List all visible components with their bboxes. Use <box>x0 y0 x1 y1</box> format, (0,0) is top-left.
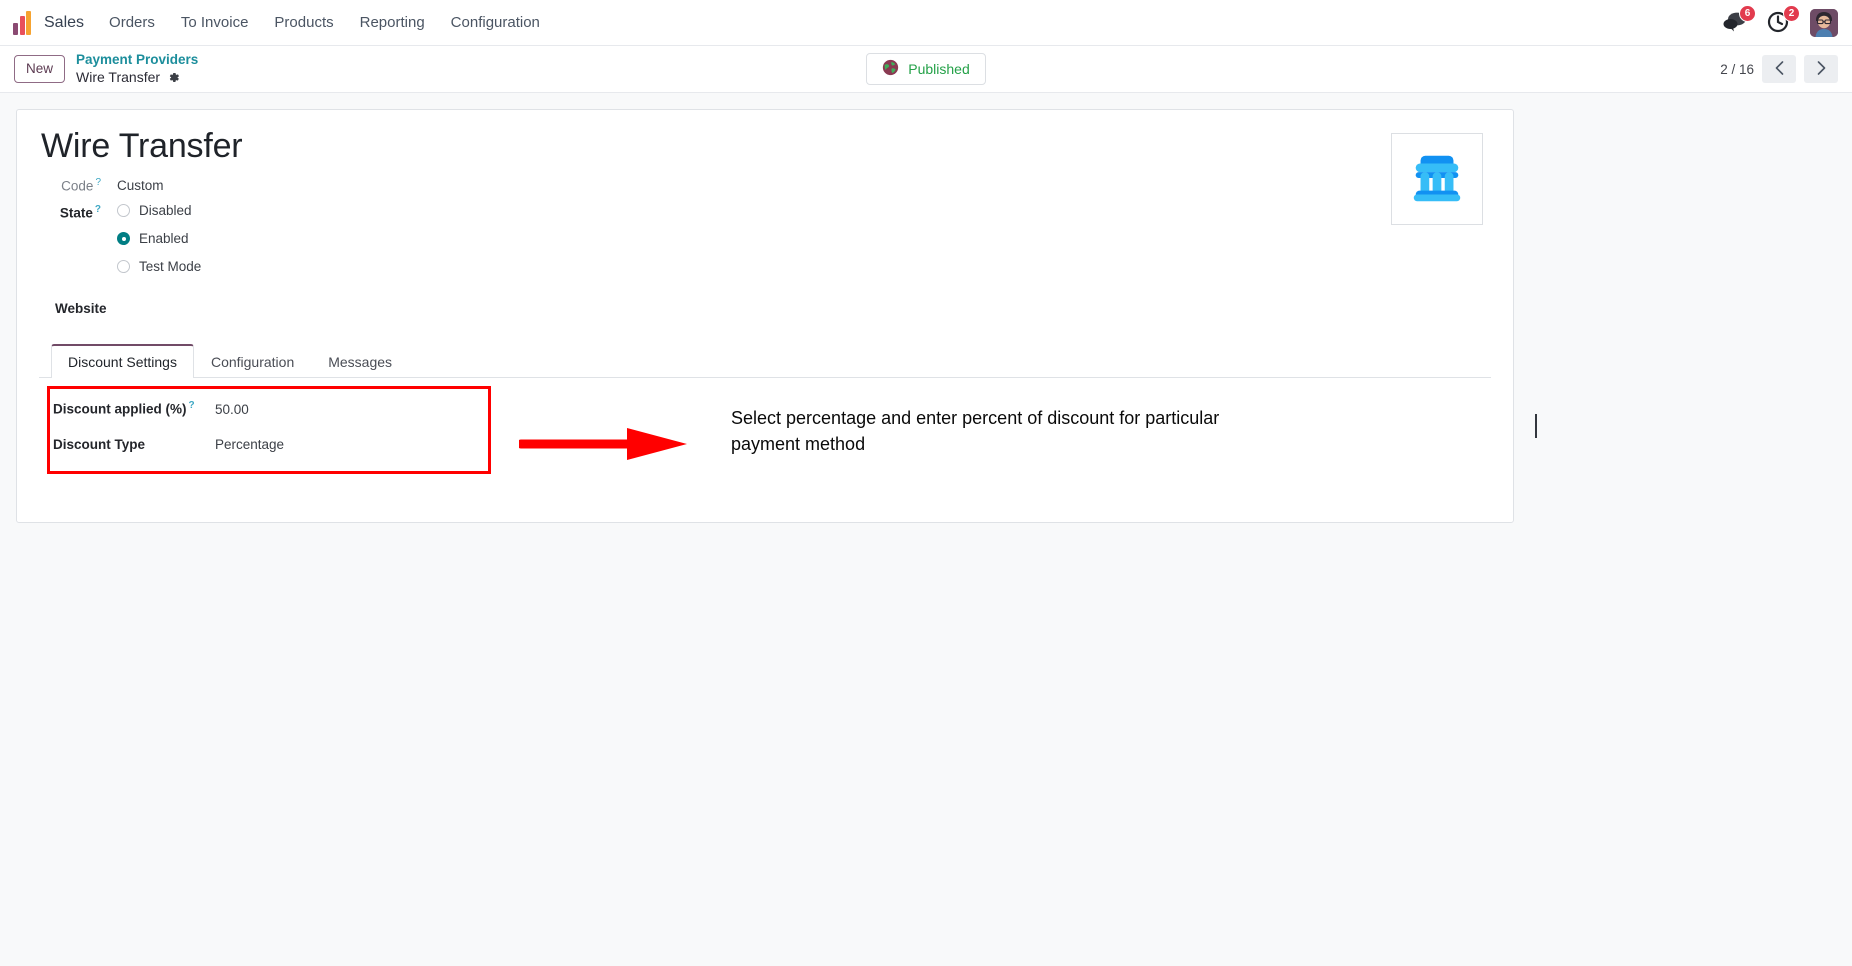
field-discount-applied-label: Discount applied (%)? <box>53 400 215 417</box>
field-state-label: State? <box>39 204 117 221</box>
nav-item-orders[interactable]: Orders <box>96 0 168 46</box>
record-form-sheet: Wire Transfer Code? Custom State? Disabl <box>16 109 1537 523</box>
radio-state-enabled-label: Enabled <box>139 231 189 247</box>
published-status-button[interactable]: Published <box>866 53 986 85</box>
nav-item-products[interactable]: Products <box>261 0 346 46</box>
nav-item-configuration[interactable]: Configuration <box>438 0 553 46</box>
top-navbar: Sales Orders To Invoice Products Reporti… <box>0 0 1852 46</box>
chevron-right-icon <box>1817 60 1826 78</box>
record-pager: 2 / 16 <box>1720 55 1838 83</box>
tab-configuration[interactable]: Configuration <box>194 344 311 378</box>
control-panel: New Payment Providers Wire Transfer Publ… <box>0 46 1852 93</box>
field-code-label-text: Code <box>61 178 94 194</box>
field-code-label: Code? <box>39 177 117 194</box>
field-discount-applied-label-text: Discount applied (%) <box>53 401 187 417</box>
help-tooltip-icon[interactable]: ? <box>189 400 195 411</box>
field-code: Code? Custom <box>39 177 1391 194</box>
published-label: Published <box>908 61 970 77</box>
messages-count-badge: 6 <box>1739 4 1756 22</box>
radio-state-test-mode-label: Test Mode <box>139 259 202 275</box>
pager-previous-button[interactable] <box>1762 55 1796 83</box>
state-radio-group: Disabled Enabled Test Mode <box>117 202 201 274</box>
help-tooltip-icon[interactable]: ? <box>95 204 101 215</box>
field-code-value[interactable]: Custom <box>117 178 164 193</box>
user-avatar[interactable] <box>1810 8 1838 37</box>
field-discount-applied: Discount applied (%)? 50.00 <box>53 400 1491 417</box>
help-tooltip-icon[interactable]: ? <box>95 177 101 188</box>
field-discount-applied-value[interactable]: 50.00 <box>215 402 249 417</box>
pager-counter: 2 / 16 <box>1720 61 1754 77</box>
tab-messages[interactable]: Messages <box>311 344 409 378</box>
radio-dot-icon[interactable] <box>117 260 130 274</box>
sales-bar-chart-logo[interactable] <box>10 10 34 35</box>
gear-icon[interactable] <box>167 71 180 84</box>
nav-item-reporting[interactable]: Reporting <box>347 0 438 46</box>
field-state-label-text: State <box>59 205 93 221</box>
page-title: Wire Transfer <box>41 127 243 165</box>
radio-dot-icon[interactable] <box>117 204 130 218</box>
field-website: Website <box>39 300 1391 318</box>
navbar-right-group: 6 2 <box>1722 4 1838 37</box>
tab-discount-settings[interactable]: Discount Settings <box>51 344 194 379</box>
breadcrumb-current: Wire Transfer <box>76 69 198 86</box>
text-cursor-caret <box>1535 414 1537 439</box>
activities-clock-icon[interactable]: 2 <box>1766 4 1800 36</box>
notebook-tabs: Discount Settings Configuration Messages <box>39 344 1491 379</box>
control-panel-center: Published <box>0 53 1852 85</box>
form-header-fields: Wire Transfer Code? Custom State? Disabl <box>39 128 1391 318</box>
radio-state-enabled[interactable]: Enabled <box>117 231 201 246</box>
breadcrumb-current-label: Wire Transfer <box>76 68 161 85</box>
radio-state-disabled[interactable]: Disabled <box>117 203 201 218</box>
content-area: Wire Transfer Code? Custom State? Disabl <box>0 93 1852 966</box>
radio-state-test-mode[interactable]: Test Mode <box>117 259 201 274</box>
messages-bubble-icon[interactable]: 6 <box>1722 4 1756 36</box>
globe-icon <box>882 59 899 79</box>
provider-image-box[interactable] <box>1391 133 1483 225</box>
breadcrumb: Payment Providers Wire Transfer <box>76 52 198 86</box>
chevron-left-icon <box>1775 60 1784 78</box>
activities-count-badge: 2 <box>1783 4 1800 22</box>
new-button[interactable]: New <box>14 55 66 83</box>
notebook: Discount Settings Configuration Messages… <box>39 344 1537 502</box>
field-discount-type-label: Discount Type <box>53 436 146 452</box>
field-website-label: Website <box>55 301 107 317</box>
tab-pane-discount-settings: Discount applied (%)? 50.00 Discount Typ… <box>39 378 1537 502</box>
bank-building-icon <box>1406 146 1468 213</box>
field-state: State? Disabled Enabled Test Mode <box>39 202 1391 274</box>
nav-app-name[interactable]: Sales <box>42 14 96 32</box>
pager-next-button[interactable] <box>1804 55 1838 83</box>
breadcrumb-parent-payment-providers[interactable]: Payment Providers <box>76 52 198 68</box>
radio-state-disabled-label: Disabled <box>139 203 192 219</box>
field-discount-type-value[interactable]: Percentage <box>215 437 284 452</box>
radio-dot-selected-icon[interactable] <box>117 232 130 246</box>
field-discount-type: Discount Type Percentage <box>53 437 1491 452</box>
nav-item-to-invoice[interactable]: To Invoice <box>168 0 262 46</box>
form-header: Wire Transfer Code? Custom State? Disabl <box>39 128 1491 318</box>
